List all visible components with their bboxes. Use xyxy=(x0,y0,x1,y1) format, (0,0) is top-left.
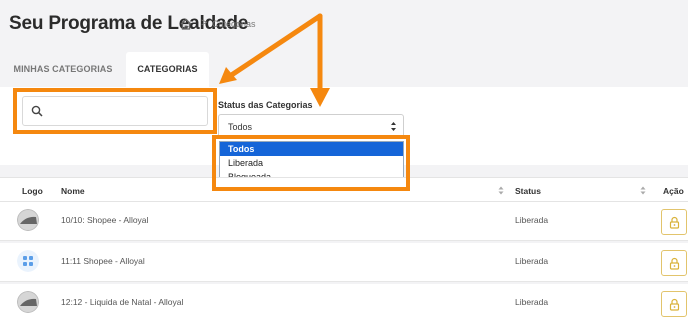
lock-icon xyxy=(669,298,680,311)
grid-logo xyxy=(17,250,39,272)
tab-categorias[interactable]: CATEGORIAS xyxy=(126,52,209,87)
lock-icon xyxy=(669,216,680,229)
column-status[interactable]: Status xyxy=(515,186,541,196)
sort-icon[interactable] xyxy=(498,185,504,196)
breadcrumb-separator: > xyxy=(201,17,208,29)
select-arrows-icon xyxy=(391,122,396,131)
circle-photo-logo xyxy=(17,291,39,313)
row-name: 12:12 - Liquida de Natal - Alloyal xyxy=(61,297,184,307)
table-row[interactable]: 12:12 - Liquida de Natal - Alloyal Liber… xyxy=(0,284,688,321)
sort-icon[interactable] xyxy=(640,185,646,196)
row-name: 11:11 Shopee - Alloyal xyxy=(61,256,145,266)
status-select-value: Todos xyxy=(228,122,253,132)
circle-photo-logo xyxy=(17,209,39,231)
lock-button[interactable] xyxy=(661,209,687,235)
status-select[interactable]: Todos xyxy=(218,114,404,139)
status-option-todos[interactable]: Todos xyxy=(220,142,403,156)
table-header: Logo Nome Status Ação xyxy=(0,177,688,202)
row-name: 10/10: Shopee - Alloyal xyxy=(61,215,149,225)
row-status: Liberada xyxy=(515,215,549,225)
table-row[interactable]: 10/10: Shopee - Alloyal Liberada xyxy=(0,202,688,241)
column-nome[interactable]: Nome xyxy=(61,186,85,196)
row-status: Liberada xyxy=(515,297,549,307)
table-row[interactable]: 11:11 Shopee - Alloyal Liberada xyxy=(0,243,688,282)
search-input[interactable] xyxy=(51,101,201,121)
row-status: Liberada xyxy=(515,256,549,266)
lock-button[interactable] xyxy=(661,291,687,317)
home-icon[interactable] xyxy=(179,17,193,31)
column-acao: Ação xyxy=(663,186,684,196)
status-filter-label: Status das Categorias xyxy=(218,100,313,110)
search-box[interactable] xyxy=(22,96,208,126)
column-logo: Logo xyxy=(22,186,43,196)
arrowhead-search-icon xyxy=(219,67,237,84)
lock-icon xyxy=(669,257,680,270)
search-icon xyxy=(31,105,43,117)
status-option-liberada[interactable]: Liberada xyxy=(220,156,403,170)
breadcrumb-current: Categorias xyxy=(212,19,256,29)
page-header: Seu Programa de Lealdade > Categorias xyxy=(0,0,688,52)
tab-minhas-categorias[interactable]: MINHAS CATEGORIAS xyxy=(0,52,126,87)
lock-button[interactable] xyxy=(661,250,687,276)
